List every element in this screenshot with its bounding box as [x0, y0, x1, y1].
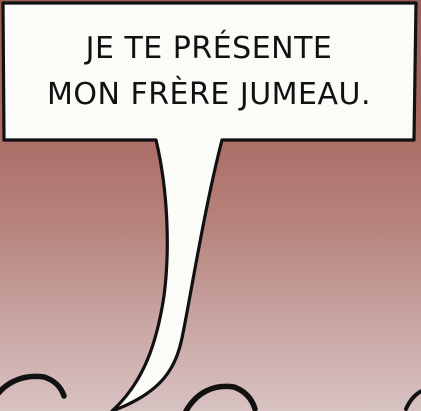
center-character-hair — [183, 383, 258, 411]
speech-line: JE TE PRÉSENTE — [85, 31, 333, 66]
speech-text: JE TE PRÉSENTE MON FRÈRE JUMEAU. — [12, 26, 406, 118]
right-character-edge — [404, 389, 421, 411]
left-character-hair — [0, 373, 67, 399]
comic-panel: JE TE PRÉSENTE MON FRÈRE JUMEAU. — [0, 0, 421, 411]
speech-line: MON FRÈRE JUMEAU. — [46, 77, 372, 112]
